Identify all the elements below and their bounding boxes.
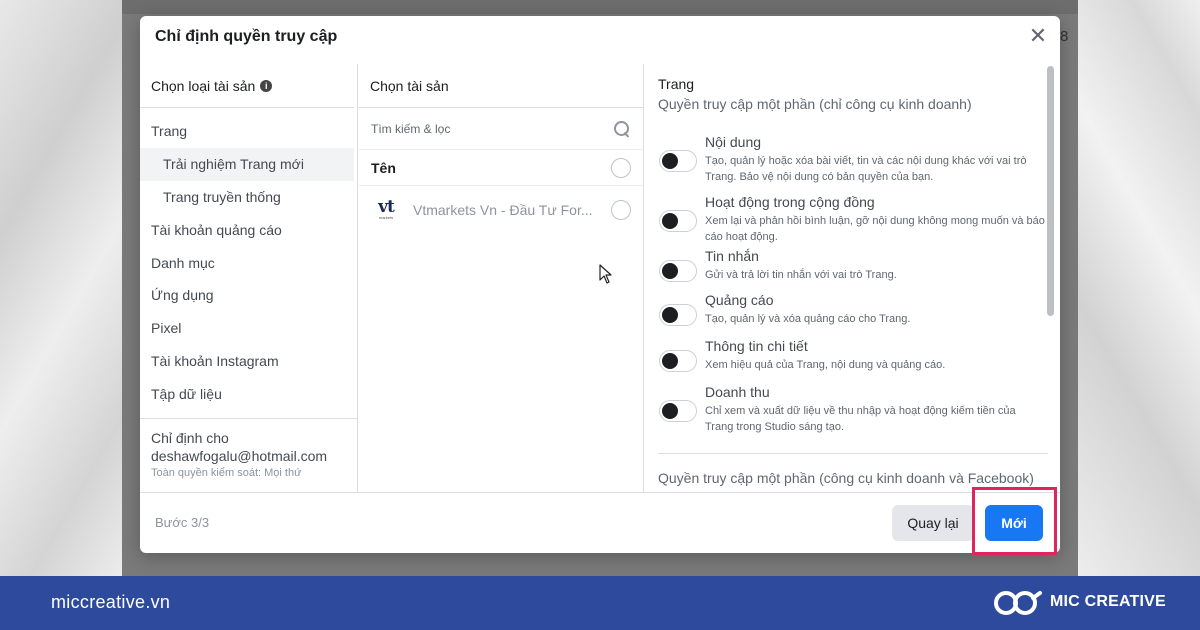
- permissions-column: Trang Quyền truy cập một phần (chỉ công …: [645, 64, 1060, 492]
- permission-title: Doanh thu: [705, 384, 770, 400]
- permissions-title: Trang: [658, 76, 695, 92]
- page-info: vt markets Vtmarkets Vn - Đầu Tư For...: [371, 195, 593, 225]
- step-indicator: Bước 3/3: [155, 515, 210, 530]
- asset-type-item[interactable]: Trang: [140, 115, 357, 148]
- name-header-row: Tên: [359, 150, 643, 186]
- permission-description: Xem hiệu quả của Trang, nội dung và quản…: [705, 359, 946, 371]
- permission-toggle[interactable]: [659, 260, 697, 282]
- assign-role: Toàn quyền kiểm soát: Mọi thứ: [151, 467, 302, 479]
- section-divider: [658, 453, 1048, 454]
- name-header-label: Tên: [371, 159, 396, 176]
- select-all-radio[interactable]: [611, 157, 631, 178]
- background-right: [1078, 0, 1200, 576]
- section2-title: Quyền truy cập một phần (công cụ kinh do…: [658, 470, 1034, 486]
- permission-description: Gửi và trả lời tin nhắn với vai trò Tran…: [705, 269, 897, 281]
- brand-name: MIC CREATIVE: [1050, 593, 1166, 610]
- asset-type-column: Chọn loại tài sản i Trang Trải nghiệm Tra…: [140, 64, 358, 492]
- assign-title: Chỉ định cho: [151, 430, 229, 446]
- modal-footer: Bước 3/3 Quay lại Mới: [140, 492, 1060, 553]
- highlight-box: [972, 487, 1057, 555]
- asset-type-item[interactable]: Pixel: [140, 312, 357, 345]
- scrollbar[interactable]: [1047, 66, 1054, 316]
- permission-title: Quảng cáo: [705, 292, 774, 308]
- search-input[interactable]: [371, 121, 613, 136]
- brand-bar: miccreative.vn MIC CREATIVE: [0, 576, 1200, 630]
- page-list-item[interactable]: vt markets Vtmarkets Vn - Đầu Tư For...: [359, 186, 643, 234]
- permission-title: Nội dung: [705, 134, 762, 150]
- search-icon[interactable]: [613, 120, 631, 138]
- brand-url: miccreative.vn: [51, 592, 171, 612]
- page-select-radio[interactable]: [611, 200, 631, 220]
- page-logo: vt markets: [371, 195, 401, 225]
- asset-select-column: Chọn tài sản Tên vt markets Vtmarkets Vn…: [359, 64, 644, 492]
- page-logo-text: vt: [378, 197, 395, 217]
- asset-type-item[interactable]: Ứng dụng: [140, 279, 357, 312]
- back-button[interactable]: Quay lại: [892, 505, 974, 541]
- mic-creative-logo-icon: [994, 591, 1042, 615]
- permission-description: Tạo, quản lý hoặc xóa bài viết, tin và c…: [705, 155, 1027, 183]
- asset-type-item[interactable]: Tập dữ liệu: [140, 377, 357, 410]
- asset-type-item[interactable]: Tài khoản Instagram: [140, 345, 357, 378]
- permission-toggle[interactable]: [659, 400, 697, 422]
- asset-type-list: Trang Trải nghiệm Trang mới Trang truyền t…: [140, 108, 357, 410]
- assign-to-box: Chỉ định cho deshawfogalu@hotmail.com To…: [140, 418, 358, 492]
- permissions-subtitle: Quyền truy cập một phần (chỉ công cụ kin…: [658, 96, 972, 112]
- permission-toggle[interactable]: [659, 350, 697, 372]
- page-name: Vtmarkets Vn - Đầu Tư For...: [413, 202, 593, 218]
- asset-type-header: Chọn loại tài sản i: [140, 64, 354, 108]
- background-overlay-top: [122, 0, 1078, 14]
- permission-title: Thông tin chi tiết: [705, 338, 808, 354]
- permissions-scroll[interactable]: Trang Quyền truy cập một phần (chỉ công …: [645, 64, 1060, 492]
- permission-toggle[interactable]: [659, 150, 697, 172]
- permission-description: Xem lại và phản hồi bình luận, gỡ nội du…: [705, 215, 1045, 243]
- permission-description: Tạo, quản lý và xóa quảng cáo cho Trang.: [705, 313, 911, 325]
- permission-title: Hoạt động trong cộng đồng: [705, 194, 875, 210]
- assign-email: deshawfogalu@hotmail.com: [151, 448, 328, 464]
- permission-toggle[interactable]: [659, 210, 697, 232]
- modal-title: Chỉ định quyền truy cập: [155, 28, 338, 45]
- mouse-cursor-icon: [599, 264, 612, 284]
- search-row: [359, 108, 643, 150]
- permission-toggle[interactable]: [659, 304, 697, 326]
- asset-type-item[interactable]: Trải nghiệm Trang mới: [140, 147, 354, 181]
- background-left: [0, 0, 122, 576]
- assign-access-modal: Chỉ định quyền truy cập ✕ Chọn loại tài …: [140, 16, 1060, 553]
- asset-select-header: Chọn tài sản: [359, 64, 643, 108]
- page-logo-sub: markets: [378, 215, 394, 220]
- permission-description: Chỉ xem và xuất dữ liệu về thu nhập và h…: [705, 405, 1016, 433]
- permission-title: Tin nhắn: [705, 248, 759, 264]
- asset-type-header-label: Chọn loại tài sản: [151, 77, 256, 94]
- close-icon[interactable]: ✕: [1026, 23, 1050, 48]
- asset-type-item[interactable]: Trang truyền thống: [140, 181, 357, 214]
- background-edge-text: 8: [1060, 28, 1069, 45]
- info-icon[interactable]: i: [260, 79, 273, 92]
- asset-type-item[interactable]: Tài khoản quảng cáo: [140, 213, 357, 246]
- asset-type-item[interactable]: Danh mục: [140, 246, 357, 279]
